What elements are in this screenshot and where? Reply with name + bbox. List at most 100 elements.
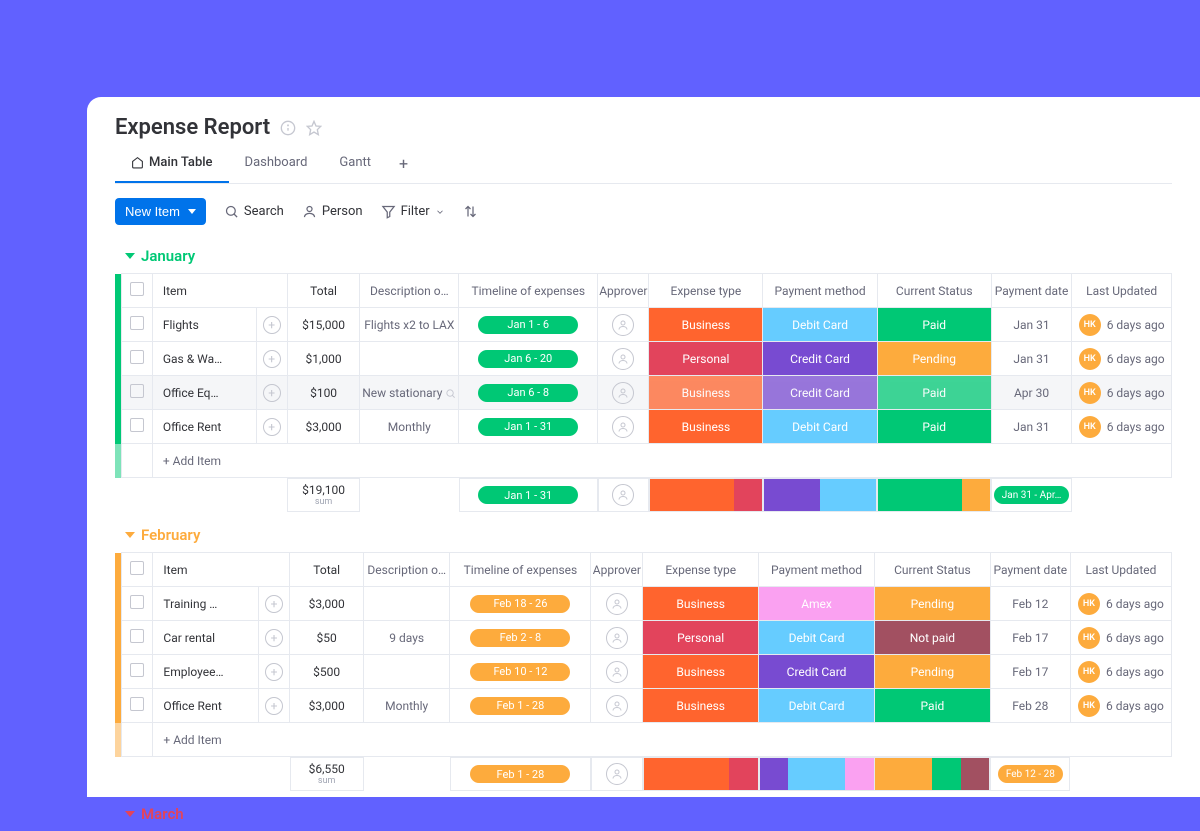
timeline-cell[interactable]: Jan 6 - 20 (459, 342, 598, 376)
approver-cell[interactable] (598, 376, 649, 410)
group-header[interactable]: March (115, 801, 1172, 831)
type-cell[interactable]: Business (643, 655, 759, 689)
timeline-cell[interactable]: Jan 1 - 31 (459, 410, 598, 444)
approver-cell[interactable] (598, 308, 649, 342)
conversation-icon[interactable]: + (263, 418, 281, 436)
item-name[interactable]: Gas & Wa… (152, 342, 256, 376)
col-header[interactable]: Payment method (763, 274, 877, 308)
payment-cell[interactable]: Debit Card (759, 689, 875, 723)
col-header[interactable]: Approver (598, 274, 649, 308)
table-row[interactable]: Car rental+$509 daysFeb 2 - 8PersonalDeb… (115, 621, 1172, 655)
table-row[interactable]: •••Office Eq…+$100New stationary Jan 6 -… (115, 376, 1172, 410)
conversation-icon[interactable]: + (265, 629, 283, 647)
person-filter[interactable]: Person (302, 204, 363, 219)
payment-cell[interactable]: Debit Card (759, 621, 875, 655)
col-header[interactable]: Total (287, 274, 360, 308)
total-cell[interactable]: $3,000 (287, 410, 360, 444)
desc-cell[interactable] (364, 587, 450, 621)
item-name[interactable]: Car rental (153, 621, 258, 655)
updated-cell[interactable]: HK6 days ago (1070, 655, 1171, 689)
status-cell[interactable]: Pending (874, 655, 990, 689)
conversation-icon[interactable]: + (263, 350, 281, 368)
conversation-icon[interactable]: + (265, 697, 283, 715)
paydate-cell[interactable]: Apr 30 (991, 376, 1071, 410)
item-name[interactable]: Office Rent (153, 689, 258, 723)
status-cell[interactable]: Paid (877, 410, 991, 444)
group-header[interactable]: February (115, 522, 1172, 552)
checkbox[interactable] (130, 595, 144, 609)
paydate-cell[interactable]: Feb 17 (990, 655, 1070, 689)
col-header[interactable]: Payment method (759, 553, 875, 587)
status-cell[interactable]: Pending (874, 587, 990, 621)
timeline-cell[interactable]: Feb 1 - 28 (450, 689, 591, 723)
status-cell[interactable]: Pending (877, 342, 991, 376)
total-cell[interactable]: $3,000 (290, 587, 364, 621)
tab-gantt[interactable]: Gantt (323, 148, 387, 183)
total-cell[interactable]: $500 (290, 655, 364, 689)
col-header[interactable]: Timeline of expenses (450, 553, 591, 587)
desc-cell[interactable]: Monthly (364, 689, 450, 723)
total-cell[interactable]: $15,000 (287, 308, 360, 342)
add-item[interactable]: + Add Item (153, 723, 1172, 757)
item-name[interactable]: Employee… (153, 655, 258, 689)
checkbox[interactable] (130, 316, 144, 330)
col-header[interactable]: Description o… (364, 553, 450, 587)
approver-cell[interactable] (591, 621, 643, 655)
desc-cell[interactable] (360, 342, 459, 376)
status-cell[interactable]: Paid (877, 308, 991, 342)
checkbox[interactable] (130, 697, 144, 711)
item-name[interactable]: Office Rent (152, 410, 256, 444)
paydate-cell[interactable]: Feb 17 (990, 621, 1070, 655)
type-cell[interactable]: Business (649, 410, 763, 444)
approver-cell[interactable] (591, 689, 643, 723)
total-cell[interactable]: $100 (287, 376, 360, 410)
paydate-cell[interactable]: Jan 31 (991, 342, 1071, 376)
checkbox[interactable] (130, 629, 144, 643)
filter-button[interactable]: Filter (381, 204, 445, 219)
status-cell[interactable]: Paid (874, 689, 990, 723)
timeline-cell[interactable]: Feb 2 - 8 (450, 621, 591, 655)
payment-cell[interactable]: Credit Card (759, 655, 875, 689)
type-cell[interactable]: Business (643, 587, 759, 621)
timeline-cell[interactable]: Feb 18 - 26 (450, 587, 591, 621)
approver-cell[interactable] (591, 655, 643, 689)
conversation-icon[interactable]: + (263, 384, 281, 402)
approver-cell[interactable] (598, 410, 649, 444)
table-row[interactable]: Training … + $3,000 Feb 18 - 26 BusinessAmex… (115, 587, 1172, 621)
col-header[interactable]: Payment date (990, 553, 1070, 587)
conversation-icon[interactable]: + (265, 663, 283, 681)
paydate-cell[interactable]: Jan 31 (991, 308, 1071, 342)
timeline-cell[interactable]: Jan 1 - 6 (459, 308, 598, 342)
updated-cell[interactable]: HK6 days ago (1072, 342, 1172, 376)
col-header[interactable]: Timeline of expenses (459, 274, 598, 308)
col-header[interactable]: Current Status (877, 274, 991, 308)
table-row[interactable]: Office Rent+$3,000MonthlyFeb 1 - 28Busin… (115, 689, 1172, 723)
table-row[interactable]: Gas & Wa… + $1,000 Jan 6 - 20 PersonalCredit… (115, 342, 1172, 376)
checkbox[interactable] (130, 384, 144, 398)
col-header[interactable]: Last Updated (1072, 274, 1172, 308)
updated-cell[interactable]: HK6 days ago (1072, 376, 1172, 410)
status-cell[interactable]: Not paid (874, 621, 990, 655)
type-cell[interactable]: Business (649, 308, 763, 342)
item-name[interactable]: Office Eq… (152, 376, 256, 410)
col-header[interactable]: Expense type (643, 553, 759, 587)
tab-main-table[interactable]: Main Table (115, 148, 229, 183)
item-name[interactable]: Training … (153, 587, 258, 621)
checkbox[interactable] (130, 350, 144, 364)
table-row[interactable]: Employee… + $500 Feb 10 - 12 BusinessCredit … (115, 655, 1172, 689)
desc-cell[interactable]: Monthly (360, 410, 459, 444)
conversation-icon[interactable]: + (265, 595, 283, 613)
col-header[interactable]: Expense type (649, 274, 763, 308)
type-cell[interactable]: Personal (649, 342, 763, 376)
approver-cell[interactable] (591, 587, 643, 621)
total-cell[interactable]: $1,000 (287, 342, 360, 376)
payment-cell[interactable]: Credit Card (763, 342, 877, 376)
conversation-icon[interactable]: + (263, 316, 281, 334)
checkbox[interactable] (130, 663, 144, 677)
payment-cell[interactable]: Amex (759, 587, 875, 621)
col-header[interactable]: Current Status (874, 553, 990, 587)
timeline-cell[interactable]: Feb 10 - 12 (450, 655, 591, 689)
type-cell[interactable]: Business (649, 376, 763, 410)
updated-cell[interactable]: HK6 days ago (1070, 587, 1171, 621)
col-header[interactable]: Item (153, 553, 290, 587)
